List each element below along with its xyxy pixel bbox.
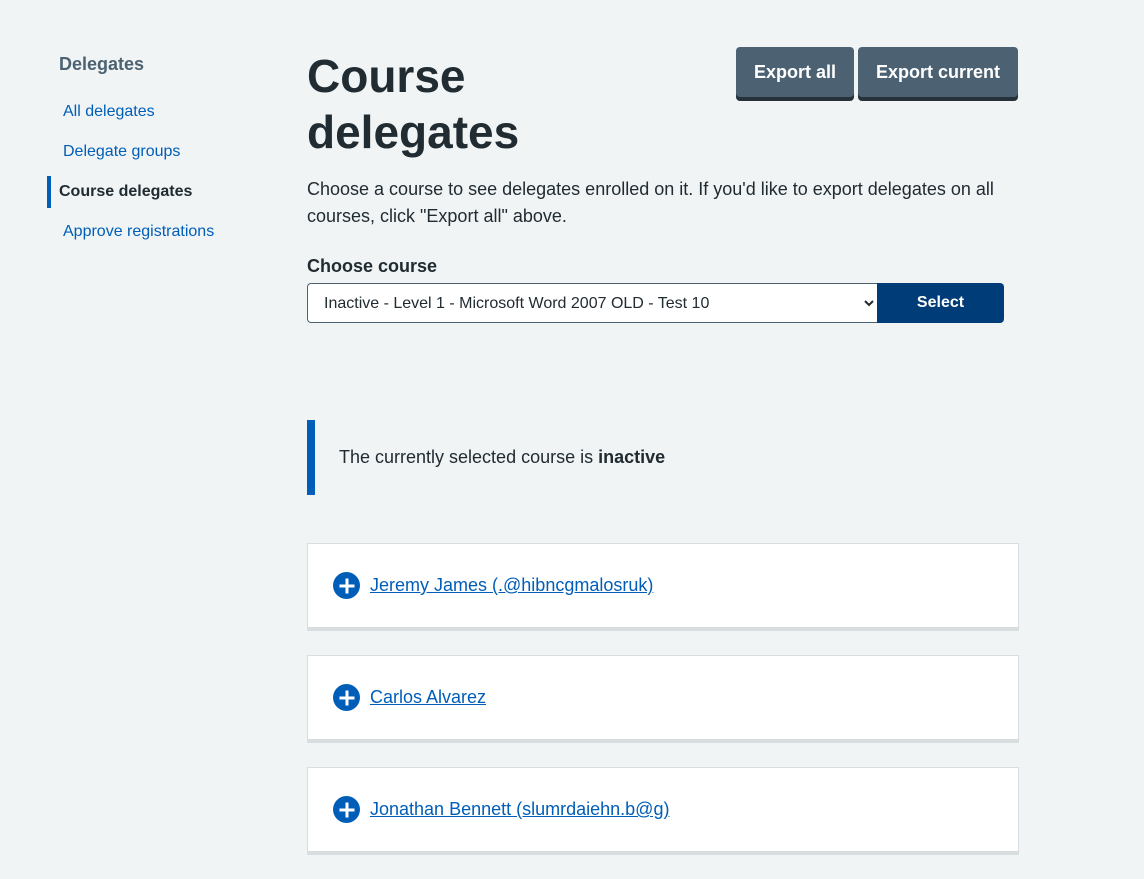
delegate-name-link[interactable]: Jonathan Bennett (slumrdaiehn.b@g) bbox=[370, 799, 669, 820]
sidebar-item-approve-registrations[interactable]: Approve registrations bbox=[47, 216, 277, 248]
sidebar-item-label[interactable]: Approve registrations bbox=[63, 223, 214, 241]
export-buttons: Export all Export current bbox=[735, 47, 1018, 97]
delegate-card[interactable]: Jonathan Bennett (slumrdaiehn.b@g) bbox=[307, 767, 1019, 855]
sidebar-nav: Delegates All delegates Delegate groups … bbox=[47, 52, 277, 256]
delegate-list: Jeremy James (.@hibncgmalosruk) Carlos A… bbox=[307, 543, 1019, 879]
inset-text-prefix: The currently selected course is bbox=[339, 447, 599, 467]
sidebar-item-label[interactable]: Delegate groups bbox=[63, 143, 180, 161]
course-select[interactable]: Inactive - Level 1 - Microsoft Word 2007… bbox=[307, 283, 877, 323]
sidebar-item-label[interactable]: All delegates bbox=[63, 103, 155, 121]
choose-course-label: Choose course bbox=[307, 256, 438, 276]
sidebar-item-all-delegates[interactable]: All delegates bbox=[47, 96, 277, 128]
export-all-button[interactable]: Export all bbox=[735, 47, 854, 97]
inactive-course-inset: The currently selected course is inactiv… bbox=[307, 420, 1019, 495]
page-title: Course delegates bbox=[307, 50, 520, 158]
expand-plus-icon[interactable] bbox=[333, 572, 360, 599]
select-button[interactable]: Select bbox=[877, 283, 1004, 323]
sidebar-heading: Delegates bbox=[59, 54, 145, 74]
side-nav-list: All delegates Delegate groups Course del… bbox=[47, 96, 277, 248]
inset-status: inactive bbox=[598, 447, 666, 467]
sidebar-item-delegate-groups[interactable]: Delegate groups bbox=[47, 136, 277, 168]
sidebar-item-course-delegates[interactable]: Course delegates bbox=[47, 176, 277, 208]
delegate-card[interactable]: Carlos Alvarez bbox=[307, 655, 1019, 743]
delegate-card[interactable]: Jeremy James (.@hibncgmalosruk) bbox=[307, 543, 1019, 631]
expand-plus-icon[interactable] bbox=[333, 684, 360, 711]
export-current-button[interactable]: Export current bbox=[857, 47, 1018, 97]
inset-text: The currently selected course is inactiv… bbox=[339, 447, 665, 468]
sidebar-item-label[interactable]: Course delegates bbox=[59, 183, 192, 201]
expand-plus-icon[interactable] bbox=[333, 796, 360, 823]
delegate-name-link[interactable]: Carlos Alvarez bbox=[370, 687, 486, 708]
delegate-name-link[interactable]: Jeremy James (.@hibncgmalosruk) bbox=[370, 575, 653, 596]
intro-text: Choose a course to see delegates enrolle… bbox=[307, 179, 994, 226]
course-select-row: Inactive - Level 1 - Microsoft Word 2007… bbox=[307, 283, 1004, 323]
main-content: Course delegates Export all Export curre… bbox=[307, 40, 1019, 855]
